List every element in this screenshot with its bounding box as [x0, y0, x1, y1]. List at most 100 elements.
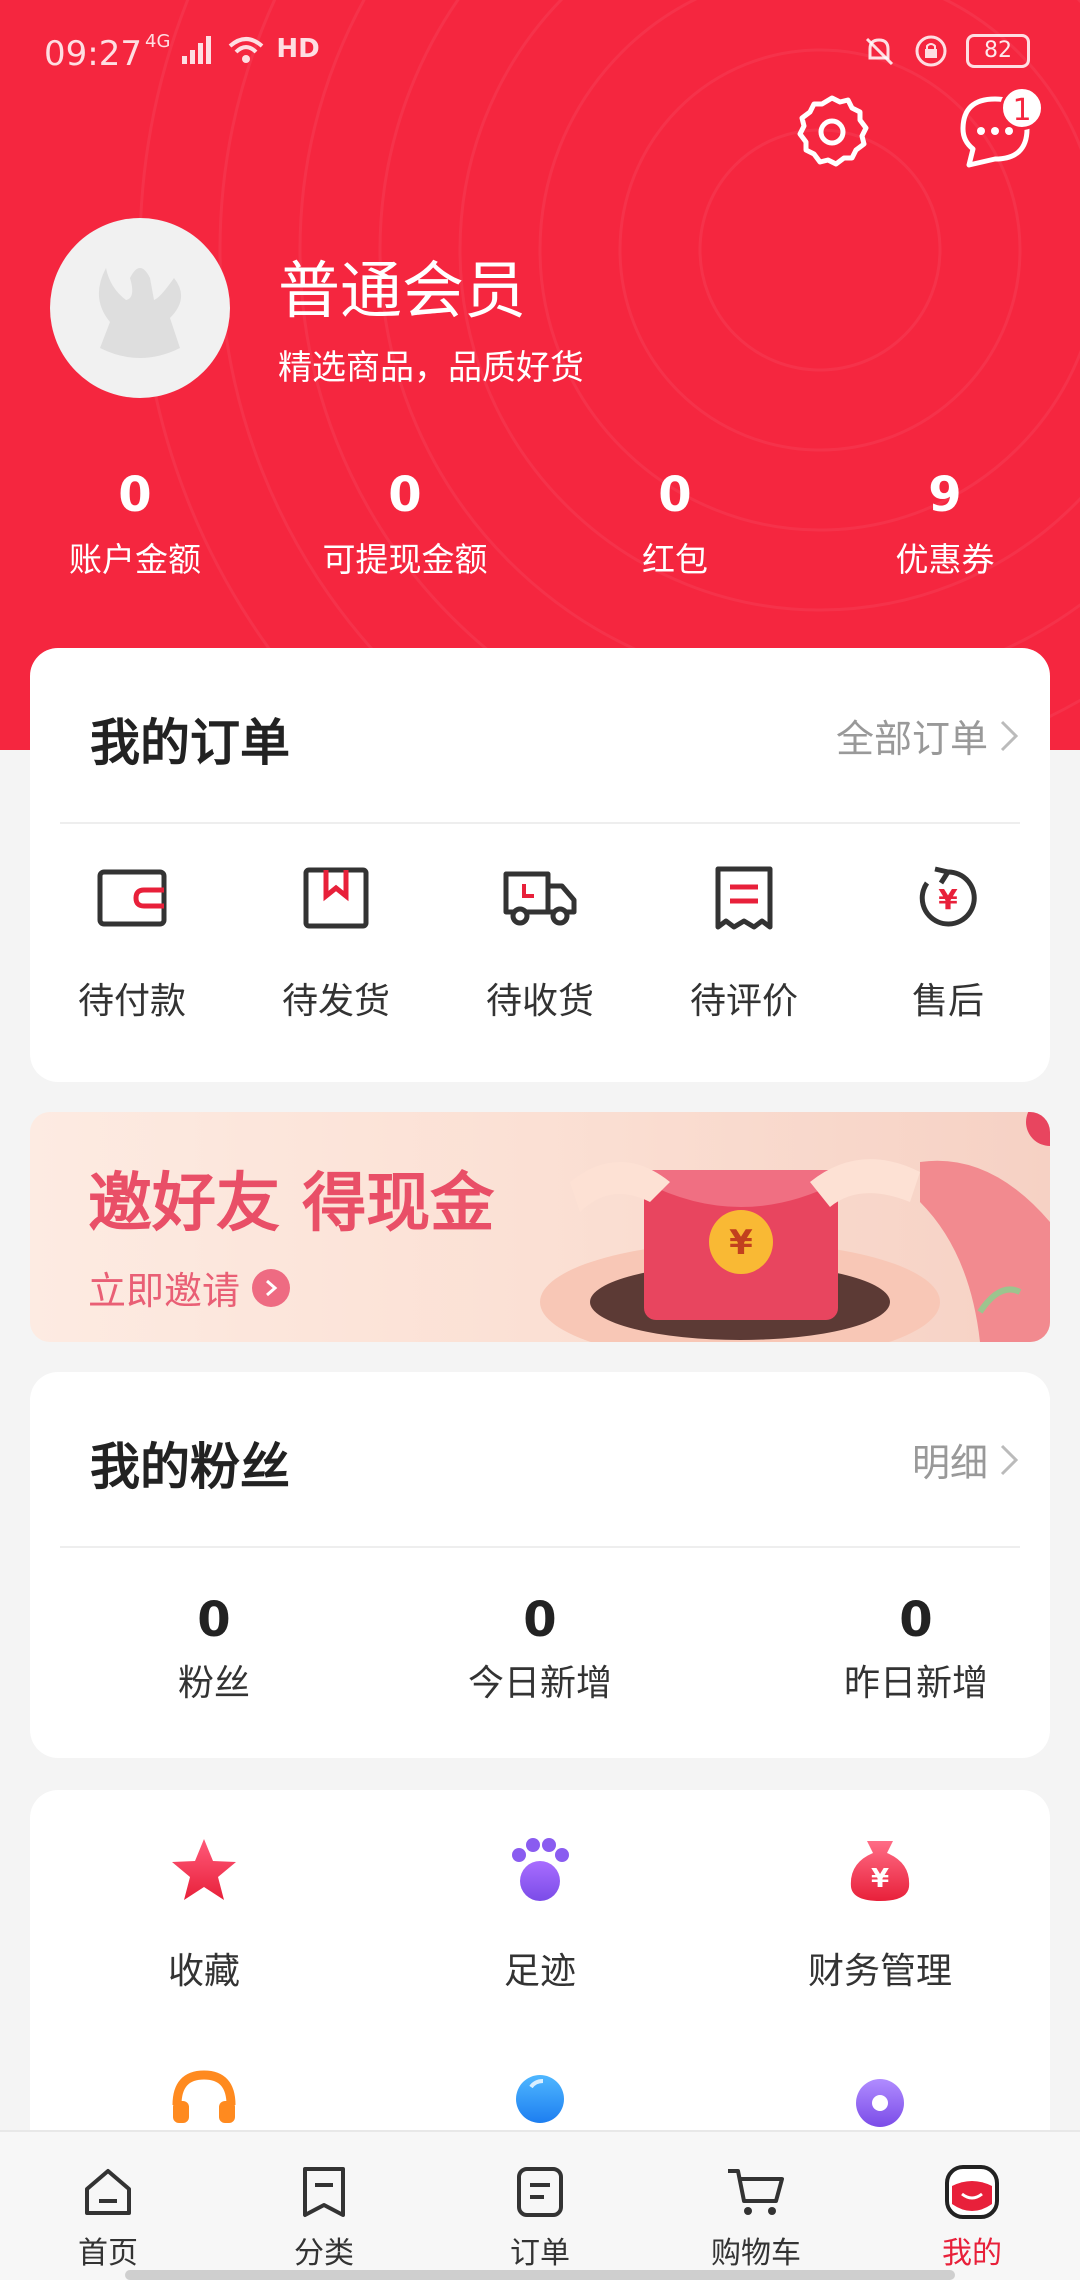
avatar[interactable]	[50, 218, 230, 398]
order-item-label: 待评价	[689, 981, 798, 1022]
message-badge: 1	[1000, 86, 1044, 130]
tab-category[interactable]: 分类	[216, 2132, 432, 2280]
star-icon	[172, 1839, 236, 1900]
settings-button[interactable]	[790, 90, 874, 174]
fans-yesterday-new[interactable]: 0 昨日新增	[786, 1592, 1046, 1706]
tab-cart[interactable]: 购物车	[648, 2132, 864, 2280]
svg-text:¥: ¥	[729, 1223, 753, 1263]
status-right-icons: 82	[862, 34, 1030, 68]
stat-label: 优惠券	[895, 540, 995, 579]
order-item-label: 售后	[911, 981, 984, 1022]
tool-footprints[interactable]: 足迹	[410, 1830, 670, 1994]
fans-header: 我的粉丝 明细	[30, 1372, 1050, 1548]
fans-total[interactable]: 0 粉丝	[84, 1592, 344, 1706]
divider	[60, 822, 1020, 824]
svg-text:¥: ¥	[871, 1864, 889, 1894]
divider	[60, 1546, 1020, 1548]
tab-label: 订单	[510, 2236, 570, 2271]
refund-icon: ¥	[919, 866, 977, 927]
message-button[interactable]: 1	[950, 86, 1044, 176]
order-pending-review[interactable]: 待评价	[642, 858, 846, 1024]
truck-icon	[503, 871, 577, 926]
stat-value: 0	[658, 467, 692, 523]
lock-rotation-icon	[915, 35, 947, 67]
stat-red-packet[interactable]: 0 红包	[540, 465, 810, 595]
paw-icon	[512, 1838, 569, 1901]
tool-disc[interactable]	[750, 2060, 1010, 2140]
stat-label: 账户金额	[69, 540, 201, 579]
bottom-tab-bar: 首页 分类 订单 购物车 我的	[0, 2130, 1080, 2280]
all-orders-label: 全部订单	[835, 717, 988, 761]
fans-detail-link[interactable]: 明细	[912, 1432, 1020, 1487]
order-item-label: 待收货	[485, 981, 594, 1022]
stat-value: 9	[928, 467, 962, 523]
order-status-list: 待付款 待发货 待收货 待评价 ¥ 售后	[30, 858, 1050, 1024]
tool-label: 财务管理	[807, 1951, 952, 1992]
fan-stat-label: 粉丝	[177, 1663, 250, 1704]
bulb-icon	[516, 2075, 564, 2123]
receipt-icon	[715, 866, 773, 930]
tab-orders[interactable]: 订单	[432, 2132, 648, 2280]
fans-today-new[interactable]: 0 今日新增	[410, 1592, 670, 1706]
order-pending-receipt[interactable]: 待收货	[438, 858, 642, 1024]
fans-stats: 0 粉丝 0 今日新增 0 昨日新增	[30, 1592, 1050, 1722]
swan-logo-icon	[98, 268, 182, 358]
tool-favorites[interactable]: 收藏	[74, 1830, 334, 1994]
tab-label: 首页	[78, 2236, 138, 2271]
fan-stat-label: 昨日新增	[843, 1663, 988, 1704]
stat-coupons[interactable]: 9 优惠券	[810, 465, 1080, 595]
headset-icon	[172, 2070, 236, 2123]
banner-title: 邀好友 得现金	[88, 1166, 495, 1241]
orders-header: 我的订单 全部订单	[30, 648, 1050, 824]
tab-profile[interactable]: 我的	[864, 2132, 1080, 2280]
stat-value: 0	[388, 467, 422, 523]
order-after-sales[interactable]: ¥ 售后	[846, 858, 1050, 1024]
stat-value: 0	[118, 467, 152, 523]
wifi-icon	[229, 37, 264, 63]
invite-now-link[interactable]: 立即邀请	[88, 1260, 291, 1315]
status-time: 09:27	[44, 34, 142, 74]
tool-finance[interactable]: ¥ 财务管理	[750, 1830, 1010, 1994]
red-envelope-illustration: ¥	[540, 1112, 1050, 1342]
tab-label: 购物车	[711, 2236, 801, 2271]
money-bag-icon: ¥	[850, 1841, 910, 1901]
tab-label: 我的	[942, 2236, 1002, 2271]
fans-detail-label: 明细	[911, 1441, 988, 1485]
status-bar: 09:27 4G HD 82	[0, 0, 1080, 110]
hd-indicator: HD	[276, 34, 320, 64]
all-orders-link[interactable]: 全部订单	[836, 708, 1020, 763]
tool-customer-service[interactable]	[74, 2060, 334, 2140]
chevron-right-icon	[1000, 1444, 1019, 1475]
home-indicator	[125, 2270, 955, 2280]
fan-stat-value: 0	[197, 1592, 231, 1648]
tool-label: 收藏	[167, 1951, 240, 1992]
order-pending-payment[interactable]: 待付款	[30, 858, 234, 1024]
order-pending-shipment[interactable]: 待发货	[234, 858, 438, 1024]
invite-now-label: 立即邀请	[88, 1269, 241, 1313]
fan-stat-value: 0	[899, 1592, 933, 1648]
order-item-label: 待发货	[281, 981, 390, 1022]
stat-label: 红包	[642, 540, 708, 579]
tab-home[interactable]: 首页	[0, 2132, 216, 2280]
tool-label: 足迹	[503, 1951, 576, 1992]
stat-account-balance[interactable]: 0 账户金额	[0, 465, 270, 595]
battery-indicator: 82	[966, 34, 1030, 68]
fan-stat-label: 今日新增	[467, 1663, 612, 1704]
chevron-right-icon	[1000, 720, 1019, 751]
fans-title: 我的粉丝	[90, 1438, 290, 1496]
invite-banner[interactable]: 邀好友 得现金 立即邀请 ¥	[30, 1112, 1050, 1342]
disc-icon	[856, 2079, 904, 2127]
category-icon	[303, 2167, 345, 2217]
stat-withdrawable[interactable]: 0 可提现金额	[270, 465, 540, 595]
arrow-right-icon	[252, 1268, 291, 1307]
tool-lightbulb[interactable]	[410, 2060, 670, 2140]
fan-stat-value: 0	[523, 1592, 557, 1648]
member-level-title: 普通会员	[278, 254, 527, 327]
stat-label: 可提现金额	[322, 540, 488, 579]
home-icon	[85, 2169, 131, 2215]
order-icon	[517, 2167, 563, 2217]
status-network-icons: 4G HD	[145, 33, 320, 66]
wallet-icon	[97, 869, 167, 927]
orders-card: 我的订单 全部订单 待付款 待发货 待收货 待评价 ¥ 售后	[30, 648, 1050, 1082]
profile-header: 09:27 4G HD 82 1 普通会员 精选商品，品质好货 0 账户金额 0…	[0, 0, 1080, 750]
